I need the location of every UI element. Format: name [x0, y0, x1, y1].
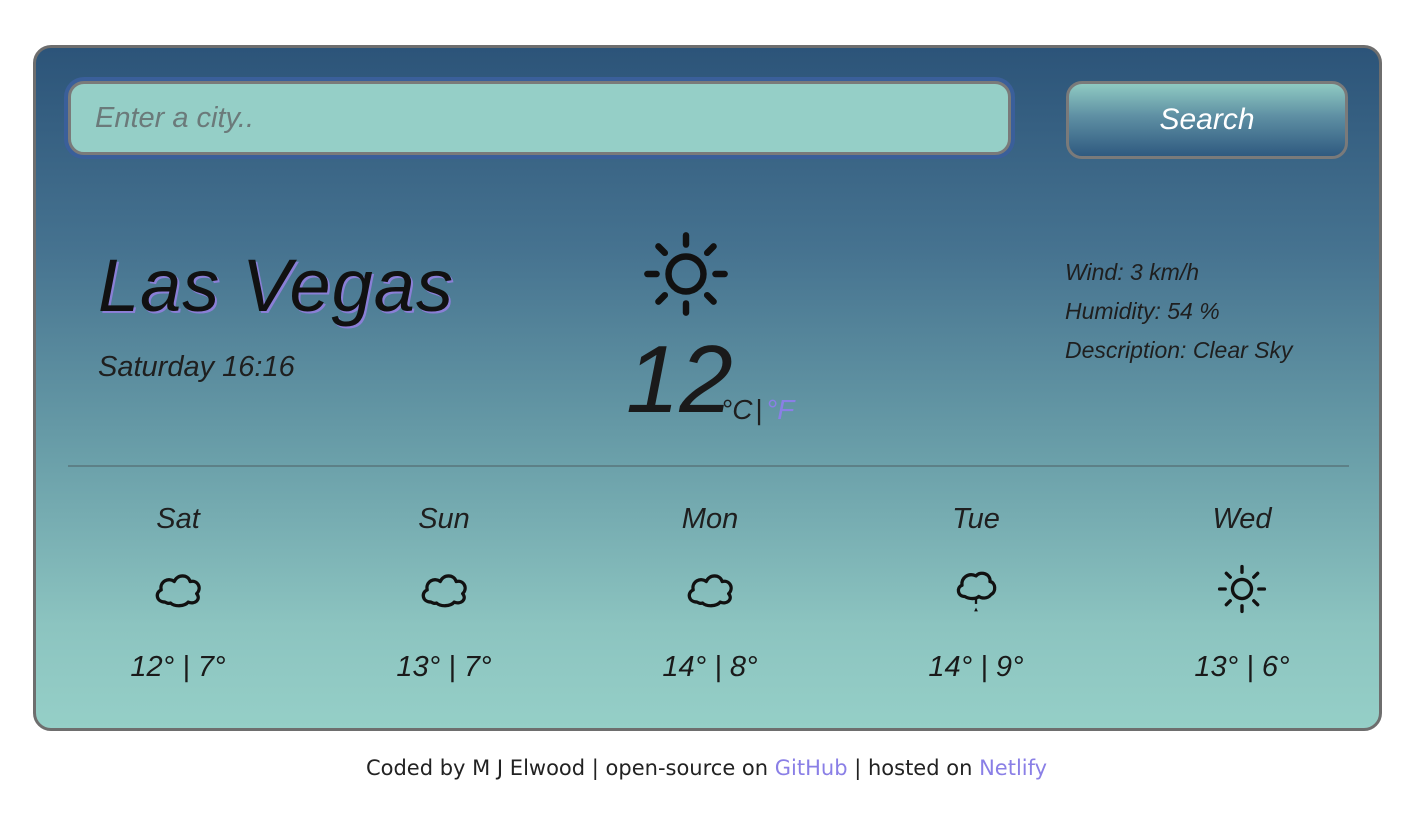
- cloud-icon: [687, 574, 733, 608]
- weather-details: Wind: 3 km/h Humidity: 54 % Description:…: [1065, 253, 1293, 370]
- city-name: Las Vegas: [98, 244, 454, 327]
- forecast-day: Tue 14° | 9°: [876, 503, 1076, 703]
- forecast-day-name: Mon: [681, 503, 739, 535]
- footer-hosted-text: | hosted on: [847, 756, 980, 780]
- netlify-link[interactable]: Netlify: [979, 756, 1047, 780]
- forecast-day: Sun 13° | 7°: [344, 503, 544, 703]
- cloud-rain-icon: [956, 571, 997, 612]
- humidity-text: Humidity: 54 %: [1065, 298, 1220, 324]
- fahrenheit-link[interactable]: °F: [766, 394, 794, 426]
- current-temperature: 12: [626, 326, 733, 433]
- forecast-temps: 13° | 7°: [396, 651, 492, 683]
- city-search-input[interactable]: [68, 81, 1011, 155]
- sun-icon: [1217, 564, 1267, 614]
- forecast-day: Mon 14° | 8°: [610, 503, 810, 703]
- unit-separator: |: [755, 394, 763, 425]
- weather-card: Search Las Vegas Saturday 16:16 12 °C | …: [33, 45, 1382, 731]
- forecast-day-name: Sun: [418, 503, 470, 535]
- forecast-day-name: Sat: [156, 503, 200, 535]
- forecast-day-name: Tue: [952, 503, 1000, 535]
- forecast-day: Wed 13° | 6°: [1142, 503, 1342, 703]
- footer-credit-text: Coded by M J Elwood | open-source on: [365, 756, 775, 780]
- forecast-row: Sat 12° | 7° Sun 13° | 7° Mon 14° | 8° T…: [36, 503, 1379, 703]
- sun-icon: [644, 232, 728, 316]
- forecast-temps: 12° | 7°: [130, 651, 226, 683]
- forecast-temps: 13° | 6°: [1194, 651, 1290, 683]
- current-datetime: Saturday 16:16: [98, 351, 295, 383]
- description-text: Description: Clear Sky: [1065, 337, 1293, 363]
- search-button[interactable]: Search: [1066, 81, 1348, 159]
- forecast-day-name: Wed: [1212, 503, 1272, 535]
- wind-text: Wind: 3 km/h: [1065, 259, 1200, 285]
- celsius-toggle[interactable]: °C: [721, 394, 752, 426]
- cloud-icon: [155, 574, 201, 608]
- github-link[interactable]: GitHub: [775, 756, 848, 780]
- forecast-temps: 14° | 9°: [928, 651, 1024, 683]
- divider: [68, 465, 1349, 467]
- cloud-icon: [421, 574, 467, 608]
- forecast-temps: 14° | 8°: [662, 651, 758, 683]
- forecast-day: Sat 12° | 7°: [78, 503, 278, 703]
- footer: Coded by M J Elwood | open-source on Git…: [0, 756, 1413, 780]
